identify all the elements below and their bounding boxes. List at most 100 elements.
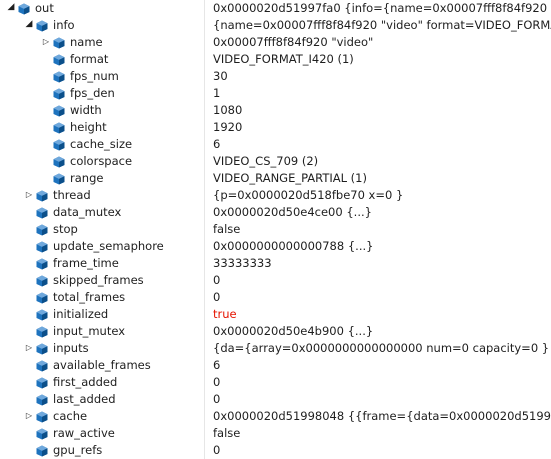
variable-name: range	[70, 171, 104, 185]
variable-name: data_mutex	[53, 205, 122, 219]
value-cell[interactable]: 1920	[213, 119, 551, 136]
tree-row[interactable]: gpu_refs 0	[0, 442, 551, 459]
tree-row[interactable]: input_mutex 0x0000020d50e4b900 {...}	[0, 323, 551, 340]
variable-icon	[36, 241, 48, 253]
variable-icon	[53, 88, 65, 100]
value-cell[interactable]: 0	[213, 374, 551, 391]
variable-icon	[53, 173, 65, 185]
tree-row[interactable]: update_semaphore 0x0000000000000788 {...}	[0, 238, 551, 255]
value-cell[interactable]: 0x0000020d51997fa0 {info={name=0x00007ff…	[213, 0, 551, 17]
variable-name: height	[70, 120, 107, 134]
variable-value: 0x0000000000000788 {...}	[213, 239, 374, 253]
tree-row[interactable]: raw_active false	[0, 425, 551, 442]
name-cell: format	[0, 51, 205, 68]
variable-value: {p=0x0000020d518fbe70 x=0 }	[213, 188, 404, 202]
value-cell[interactable]: 0x0000020d50e4b900 {...}	[213, 323, 551, 340]
value-cell[interactable]: 0	[213, 391, 551, 408]
tree-row[interactable]: available_frames 6	[0, 357, 551, 374]
variable-icon	[53, 156, 65, 168]
tree-row[interactable]: cache_size 6	[0, 136, 551, 153]
expand-arrow-collapsed-icon[interactable]: ▷	[41, 37, 51, 47]
value-cell[interactable]: 0x0000020d51998048 {{frame={data=0x00000…	[213, 408, 551, 425]
name-cell: ▷ cache	[0, 408, 205, 425]
tree-row[interactable]: colorspace VIDEO_CS_709 (2)	[0, 153, 551, 170]
tree-row[interactable]: ▷ thread {p=0x0000020d518fbe70 x=0 }	[0, 187, 551, 204]
variable-value: 0	[213, 290, 221, 304]
variable-icon	[53, 139, 65, 151]
value-cell[interactable]: 30	[213, 68, 551, 85]
variable-name: first_added	[53, 375, 118, 389]
value-cell[interactable]: false	[213, 221, 551, 238]
value-cell[interactable]: false	[213, 425, 551, 442]
value-cell[interactable]: 33333333	[213, 255, 551, 272]
value-cell[interactable]: {name=0x00007fff8f84f920 "video" format=…	[213, 17, 551, 34]
tree-row[interactable]: ▷ name 0x00007fff8f84f920 "video"	[0, 34, 551, 51]
variable-name: fps_num	[70, 69, 119, 83]
variable-icon	[36, 20, 48, 32]
expand-arrow-collapsed-icon[interactable]: ▷	[24, 411, 34, 421]
tree-row[interactable]: first_added 0	[0, 374, 551, 391]
variable-value: VIDEO_CS_709 (2)	[213, 154, 319, 168]
name-cell: last_added	[0, 391, 205, 408]
watch-tree: ◢ out 0x0000020d51997fa0 {info={name=0x000…	[0, 0, 551, 459]
variable-name: fps_den	[70, 86, 115, 100]
tree-row[interactable]: ◢ info {name=0x00007fff8f84f920 "video" fo…	[0, 17, 551, 34]
value-cell[interactable]: 0	[213, 272, 551, 289]
value-cell[interactable]: 0x00007fff8f84f920 "video"	[213, 34, 551, 51]
variable-value: 1080	[213, 103, 243, 117]
value-cell[interactable]: {p=0x0000020d518fbe70 x=0 }	[213, 187, 551, 204]
tree-row[interactable]: skipped_frames 0	[0, 272, 551, 289]
value-cell[interactable]: 1080	[213, 102, 551, 119]
expand-arrow-collapsed-icon[interactable]: ▷	[24, 343, 34, 353]
tree-row[interactable]: last_added 0	[0, 391, 551, 408]
tree-row[interactable]: data_mutex 0x0000020d50e4ce00 {...}	[0, 204, 551, 221]
variable-icon	[36, 343, 48, 355]
value-cell[interactable]: 0x0000000000000788 {...}	[213, 238, 551, 255]
tree-row[interactable]: height 1920	[0, 119, 551, 136]
expand-arrow-collapsed-icon[interactable]: ▷	[24, 190, 34, 200]
variable-name: gpu_refs	[53, 443, 103, 457]
value-cell[interactable]: VIDEO_RANGE_PARTIAL (1)	[213, 170, 551, 187]
name-cell: gpu_refs	[0, 442, 205, 459]
variable-value: 33333333	[213, 256, 272, 270]
variable-icon	[36, 394, 48, 406]
value-cell[interactable]: 0	[213, 289, 551, 306]
variable-value: 0x0000020d50e4ce00 {...}	[213, 205, 372, 219]
tree-row[interactable]: ◢ out 0x0000020d51997fa0 {info={name=0x000…	[0, 0, 551, 17]
name-cell: initialized	[0, 306, 205, 323]
tree-row[interactable]: ▷ cache 0x0000020d51998048 {{frame={data=0…	[0, 408, 551, 425]
value-cell[interactable]: VIDEO_FORMAT_I420 (1)	[213, 51, 551, 68]
name-cell: cache_size	[0, 136, 205, 153]
tree-row[interactable]: frame_time 33333333	[0, 255, 551, 272]
value-cell[interactable]: 6	[213, 136, 551, 153]
expand-arrow-expanded-icon[interactable]: ◢	[24, 19, 34, 29]
value-cell[interactable]: 0	[213, 442, 551, 459]
variable-name: initialized	[53, 307, 109, 321]
value-cell[interactable]: 6	[213, 357, 551, 374]
value-cell[interactable]: 1	[213, 85, 551, 102]
tree-row[interactable]: ▷ inputs {da={array=0x0000000000000000 num…	[0, 340, 551, 357]
variable-value: true	[213, 307, 237, 321]
tree-row[interactable]: range VIDEO_RANGE_PARTIAL (1)	[0, 170, 551, 187]
variable-value: 6	[213, 137, 221, 151]
value-cell[interactable]: {da={array=0x0000000000000000 num=0 capa…	[213, 340, 551, 357]
variable-name: available_frames	[53, 358, 151, 372]
variable-value: 0	[213, 392, 221, 406]
expand-arrow-expanded-icon[interactable]: ◢	[6, 2, 16, 12]
variable-icon	[36, 224, 48, 236]
name-cell: frame_time	[0, 255, 205, 272]
value-cell[interactable]: 0x0000020d50e4ce00 {...}	[213, 204, 551, 221]
name-cell: total_frames	[0, 289, 205, 306]
tree-row[interactable]: total_frames 0	[0, 289, 551, 306]
tree-row[interactable]: width 1080	[0, 102, 551, 119]
value-cell[interactable]: VIDEO_CS_709 (2)	[213, 153, 551, 170]
value-cell[interactable]: true	[213, 306, 551, 323]
tree-row[interactable]: fps_num 30	[0, 68, 551, 85]
tree-row[interactable]: format VIDEO_FORMAT_I420 (1)	[0, 51, 551, 68]
tree-row[interactable]: initialized true	[0, 306, 551, 323]
tree-row[interactable]: stop false	[0, 221, 551, 238]
name-cell: data_mutex	[0, 204, 205, 221]
variable-name: colorspace	[70, 154, 133, 168]
tree-row[interactable]: fps_den 1	[0, 85, 551, 102]
variable-icon	[36, 292, 48, 304]
